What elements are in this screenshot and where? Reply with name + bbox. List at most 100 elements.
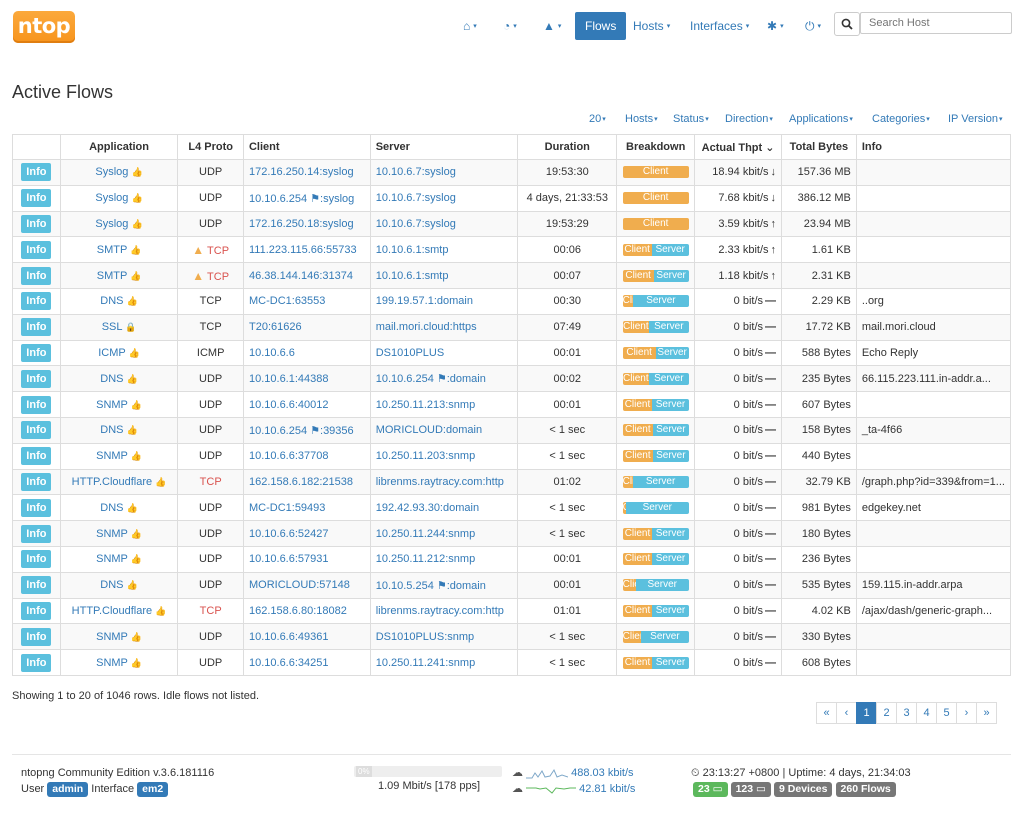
client-cell[interactable]: MORICLOUD:57148 [242,571,371,599]
settings-menu[interactable]: ✱ ▾ [767,12,784,40]
server-link[interactable]: 10.10.5.254 ⚑:domain [376,580,486,592]
client-link[interactable]: 10.10.6.6:57931 [249,553,329,565]
devices-badge[interactable]: 9 Devices [774,782,833,797]
application-name[interactable]: SNMP [96,528,128,540]
ntop-logo[interactable]: ntop [13,11,75,43]
pagination-item[interactable]: › [956,702,977,724]
server-cell[interactable]: 10.10.6.7:syslog [369,210,519,238]
info-button[interactable]: Info [21,343,52,362]
column-header-total-bytes[interactable]: Total Bytes [781,134,857,160]
server-cell[interactable]: 10.10.6.254 ⚑:domain [369,365,519,393]
application-name[interactable]: Syslog [95,166,128,178]
client-link[interactable]: MC-DC1:59493 [249,502,325,514]
client-cell[interactable]: 10.10.6.254 ⚑:39356 [242,416,371,444]
application-name[interactable]: SNMP [96,657,128,669]
client-cell[interactable]: T20:61626 [242,313,371,341]
application-cell[interactable]: DNS 👍 [59,287,179,315]
client-cell[interactable]: 162.158.6.80:18082 [242,597,371,625]
application-name[interactable]: DNS [100,373,123,385]
application-cell[interactable]: SNMP 👍 [59,623,179,651]
client-link[interactable]: 10.10.6.6 [249,347,295,359]
application-name[interactable]: Syslog [95,192,128,204]
server-link[interactable]: 10.250.11.241:snmp [376,657,475,669]
column-header-info[interactable]: Info [855,134,1012,160]
client-cell[interactable]: 46.38.144.146:31374 [242,262,371,289]
server-cell[interactable]: MORICLOUD:domain [369,416,519,444]
server-link[interactable]: 10.10.6.7:syslog [376,192,456,204]
server-cell[interactable]: DS1010PLUS:snmp [369,623,519,651]
application-cell[interactable]: SSL 🔒 [59,313,179,341]
application-name[interactable]: SNMP [96,631,128,643]
dashboard-menu[interactable]: ◔ ▾ [503,12,517,40]
client-link[interactable]: 10.10.6.6:40012 [249,399,329,411]
server-link[interactable]: mail.mori.cloud:https [376,321,477,333]
client-link[interactable]: MC-DC1:63553 [249,295,325,307]
home-menu[interactable]: ⌂ ▾ [463,12,477,40]
application-name[interactable]: SMTP [97,270,127,282]
client-link[interactable]: 10.10.6.254 ⚑:syslog [249,193,354,205]
client-cell[interactable]: 10.10.6.6:49361 [242,623,371,651]
server-link[interactable]: librenms.raytracy.com:http [376,476,504,488]
pagination-item[interactable]: 3 [896,702,917,724]
client-link[interactable]: 10.10.6.6:49361 [249,631,329,643]
client-cell[interactable]: 172.16.250.14:syslog [242,159,371,186]
client-cell[interactable]: MC-DC1:59493 [242,494,371,522]
server-cell[interactable]: DS1010PLUS [369,339,519,367]
hosts-filter-dropdown[interactable]: Hosts▾ [625,113,658,129]
client-link[interactable]: 111.223.115.66:55733 [249,244,357,256]
pagination-item[interactable]: 5 [936,702,957,724]
application-name[interactable]: SNMP [96,399,128,411]
power-menu[interactable]: ⏻ ▾ [805,12,821,40]
server-link[interactable]: 10.250.11.213:snmp [376,399,475,411]
client-link[interactable]: 46.38.144.146:31374 [249,270,353,282]
application-cell[interactable]: SNMP 👍 [59,391,179,418]
direction-filter-dropdown[interactable]: Direction▾ [725,113,773,129]
upload-rate-row[interactable]: ☁ 488.03 kbit/s [512,766,634,779]
application-cell[interactable]: SNMP 👍 [59,545,179,573]
client-cell[interactable]: 10.10.6.1:44388 [242,365,371,393]
user-badge[interactable]: admin [47,782,89,797]
client-link[interactable]: 172.16.250.18:syslog [249,218,354,230]
server-cell[interactable]: 10.250.11.203:snmp [369,442,519,470]
pagination-item[interactable]: 4 [916,702,937,724]
server-cell[interactable]: 10.250.11.244:snmp [369,520,519,547]
server-link[interactable]: 10.10.6.1:smtp [376,270,449,282]
application-cell[interactable]: Syslog 👍 [59,210,179,238]
pagination-item[interactable]: 2 [876,702,897,724]
info-button[interactable]: Info [21,447,52,466]
info-button[interactable]: Info [21,601,52,620]
application-name[interactable]: DNS [100,424,123,436]
application-cell[interactable]: SMTP 👍 [59,262,179,289]
server-link[interactable]: 10.10.6.7:syslog [376,166,456,178]
search-button[interactable] [834,12,860,36]
info-button[interactable]: Info [21,627,52,646]
server-cell[interactable]: librenms.raytracy.com:http [369,597,519,625]
server-link[interactable]: DS1010PLUS [376,347,445,359]
info-button[interactable]: Info [21,421,52,440]
info-button[interactable]: Info [21,163,52,182]
application-name[interactable]: SMTP [97,244,127,256]
info-button[interactable]: Info [21,524,52,543]
server-link[interactable]: librenms.raytracy.com:http [376,605,504,617]
server-link[interactable]: 10.10.6.1:smtp [376,244,449,256]
client-cell[interactable]: 10.10.6.254 ⚑:syslog [242,184,371,212]
client-link[interactable]: T20:61626 [249,321,302,333]
client-cell[interactable]: MC-DC1:63553 [242,287,371,315]
client-cell[interactable]: 10.10.6.6:37708 [242,442,371,470]
flows-menu[interactable]: Flows [575,12,627,40]
application-cell[interactable]: DNS 👍 [59,494,179,522]
server-cell[interactable]: mail.mori.cloud:https [369,313,519,341]
application-name[interactable]: SNMP [96,553,128,565]
server-cell[interactable]: 192.42.93.30:domain [369,494,519,522]
status-filter-dropdown[interactable]: Status▾ [673,113,709,129]
application-cell[interactable]: Syslog 👍 [59,184,179,212]
client-cell[interactable]: 10.10.6.6:34251 [242,649,371,676]
application-cell[interactable]: SNMP 👍 [59,520,179,547]
client-link[interactable]: 10.10.6.6:52427 [249,528,329,540]
hosts-menu[interactable]: Hosts ▾ [633,12,670,40]
client-link[interactable]: 162.158.6.80:18082 [249,605,347,617]
application-cell[interactable]: HTTP.Cloudflare 👍 [59,597,179,625]
application-name[interactable]: DNS [100,502,123,514]
server-link[interactable]: 10.10.6.7:syslog [376,218,456,230]
client-link[interactable]: MORICLOUD:57148 [249,579,350,591]
